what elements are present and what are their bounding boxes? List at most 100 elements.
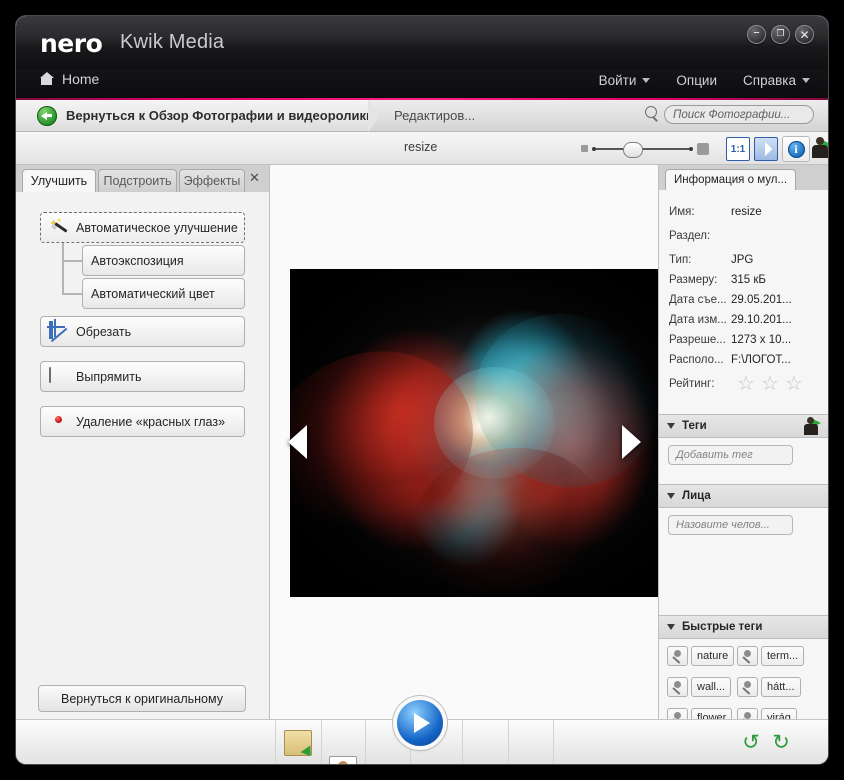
info-value: F:\ЛОГОТ... (731, 354, 822, 371)
info-key: Дата изм... (669, 314, 731, 331)
nero-logo: nero (40, 29, 102, 58)
auto-enhance-button[interactable]: ✦ ✦ Автоматическое улучшение (40, 212, 245, 243)
info-row: Располо... F:\ЛОГОТ... (669, 354, 822, 371)
red-eye-button[interactable]: Удаление «красных глаз» (40, 406, 245, 437)
name-person-input[interactable]: Назовите челов... (668, 515, 793, 535)
right-panel-body: Имя: resize Раздел: Тип: JPG Размеру: 31… (659, 190, 828, 719)
one-to-one-icon[interactable]: 1:1 (726, 137, 750, 161)
info-value: 29.05.201... (731, 294, 822, 311)
tab-media-info[interactable]: Информация о мул... (665, 169, 796, 190)
tags-section-header[interactable]: Теги (659, 414, 828, 438)
previous-photo-button[interactable] (288, 425, 307, 459)
info-row: Тип: JPG (669, 254, 822, 271)
info-icon[interactable]: i (782, 136, 810, 162)
quick-tag-item[interactable]: virág (737, 707, 797, 719)
info-key: Имя: (669, 206, 731, 223)
faces-section-header[interactable]: Лица (659, 484, 828, 508)
close-button[interactable]: ✕ (795, 25, 814, 44)
tab-effects[interactable]: Эффекты (179, 169, 245, 192)
tree-connector-vertical (62, 243, 64, 295)
maximize-button[interactable]: ❐ (771, 25, 790, 44)
rotate-right-icon[interactable]: ↻ (768, 730, 794, 754)
person-tag-icon[interactable] (803, 416, 821, 435)
main-area: Улучшить Подстроить Эффекты ✕ ✦ ✦ (16, 165, 828, 719)
zoom-slider-min-dot (592, 147, 596, 151)
next-photo-button[interactable] (622, 425, 641, 459)
add-tag-input[interactable]: Добавить тег (668, 445, 793, 465)
toolbar-separator (508, 720, 509, 764)
quick-tag-label[interactable]: nature (691, 646, 734, 666)
info-row: Размеру: 315 кБ (669, 274, 822, 291)
tab-enhance[interactable]: Улучшить (22, 169, 96, 192)
menu-item-login-label: Войти (599, 73, 637, 88)
fit-to-window-icon[interactable] (754, 137, 778, 161)
quick-tag-label[interactable]: virág (761, 708, 797, 719)
pin-icon[interactable] (737, 708, 758, 719)
tags-section-title: Теги (682, 420, 707, 432)
create-folder-icon[interactable] (284, 730, 312, 756)
right-panel-tabstrip: Информация о мул... (659, 165, 828, 191)
revert-to-original-button[interactable]: Вернуться к оригинальному (38, 685, 246, 712)
chevron-down-icon (642, 78, 650, 83)
person-head (807, 417, 814, 424)
pin-icon[interactable] (667, 646, 688, 666)
face-tag-icon[interactable] (329, 756, 357, 764)
pin-icon[interactable] (667, 708, 688, 719)
straighten-label: Выпрямить (76, 370, 142, 384)
info-row: Раздел: (669, 230, 822, 247)
straighten-glyph (49, 367, 51, 383)
home-button[interactable]: Home (40, 71, 99, 87)
quick-tag-item[interactable]: hátt... (737, 676, 801, 698)
pin-icon[interactable] (737, 677, 758, 697)
menu-item-options[interactable]: Опции (676, 73, 717, 88)
chevron-down-icon (667, 624, 675, 630)
chevron-down-icon (802, 78, 810, 83)
quick-tag-label[interactable]: term... (761, 646, 804, 666)
zoom-slider[interactable] (581, 143, 709, 155)
menu-item-help[interactable]: Справка (743, 73, 810, 88)
left-panel-tabstrip: Улучшить Подстроить Эффекты ✕ (16, 165, 269, 193)
auto-color-label: Автоматический цвет (91, 287, 215, 301)
quick-tag-label[interactable]: hátt... (761, 677, 801, 697)
quick-tag-item[interactable]: nature (667, 645, 734, 667)
pin-icon[interactable] (737, 646, 758, 666)
menu-item-login[interactable]: Войти (599, 73, 651, 88)
auto-exposure-button[interactable]: Автоэкспозиция (82, 245, 245, 276)
quick-tag-item[interactable]: term... (737, 645, 804, 667)
play-slideshow-button[interactable] (397, 700, 443, 746)
pin-icon[interactable] (667, 677, 688, 697)
maximize-icon: ❐ (771, 25, 790, 44)
star-icon[interactable]: ☆ (737, 374, 756, 393)
breadcrumb-current[interactable]: Редактиров... (394, 100, 475, 131)
tab-adjust[interactable]: Подстроить (98, 169, 177, 192)
person-body (804, 424, 818, 435)
quick-tag-label[interactable]: flower (691, 708, 732, 719)
close-panel-icon[interactable]: ✕ (247, 171, 262, 186)
breadcrumb-back-item[interactable]: Вернуться к Обзор Фотографии и видеороли… (16, 100, 368, 131)
minimize-button[interactable]: – (747, 25, 766, 44)
revert-label: Вернуться к оригинальному (61, 692, 223, 706)
red-eye-label: Удаление «красных глаз» (76, 415, 225, 429)
straighten-button[interactable]: Выпрямить (40, 361, 245, 392)
red-eye-icon (49, 413, 68, 431)
zoom-slider-thumb[interactable] (623, 142, 643, 158)
quick-tag-item[interactable]: wall... (667, 676, 731, 698)
menu-item-help-label: Справка (743, 73, 796, 88)
star-icon[interactable]: ☆ (785, 374, 804, 393)
quick-tag-label[interactable]: wall... (691, 677, 731, 697)
rotate-left-icon[interactable]: ↺ (738, 730, 764, 754)
info-key: Размеру: (669, 274, 731, 291)
person-export-icon[interactable] (812, 137, 828, 159)
quick-tag-item[interactable]: flower (667, 707, 732, 719)
info-value: JPG (731, 254, 822, 271)
menu-bar: Home Войти Опции Справка (16, 69, 828, 98)
star-icon[interactable]: ☆ (761, 374, 780, 393)
zoom-slider-max-dot (689, 147, 693, 151)
info-row: Разреше... 1273 x 10... (669, 334, 822, 351)
crop-button[interactable]: Обрезать (40, 316, 245, 347)
search-input[interactable]: Поиск Фотографии... (664, 105, 814, 124)
quick-tags-section-header[interactable]: Быстрые теги (659, 615, 828, 639)
person-body (812, 145, 828, 158)
auto-color-button[interactable]: Автоматический цвет (82, 278, 245, 309)
tree-connector-1 (62, 260, 82, 262)
